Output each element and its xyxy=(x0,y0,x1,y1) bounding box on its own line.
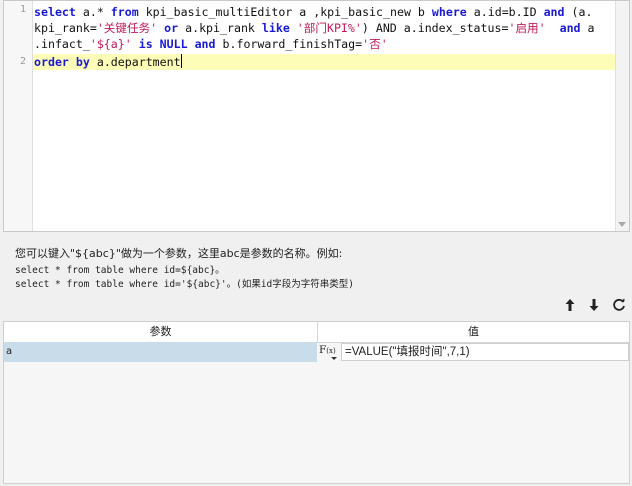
sql-keyword: and xyxy=(543,5,565,19)
column-header-param[interactable]: 参数 xyxy=(4,322,318,342)
param-example-1: select * from table where id=${abc}。 xyxy=(15,265,225,276)
sql-string: '启用' xyxy=(508,21,546,35)
sql-keyword: like xyxy=(261,21,290,35)
refresh-icon xyxy=(613,298,625,311)
sql-text: b.forward_finishTag= xyxy=(215,37,363,51)
sql-keyword: by xyxy=(75,55,90,69)
vertical-scrollbar[interactable] xyxy=(615,1,629,231)
parameter-table: 参数 值 a F(x) =VALUE("填报时间",7,1) xyxy=(3,321,630,484)
sql-text: kpi_rank= xyxy=(34,21,97,35)
sql-text: a.department xyxy=(89,55,181,69)
sql-string: '部门KPI%' xyxy=(296,21,362,35)
sql-keyword: or xyxy=(164,21,179,35)
sql-keyword: order xyxy=(34,55,69,69)
sql-keyword: and xyxy=(559,21,581,35)
refresh-button[interactable] xyxy=(610,296,628,314)
param-name-cell[interactable]: a xyxy=(4,342,317,362)
sql-text: (a. xyxy=(564,5,593,19)
sql-keyword: NULL xyxy=(159,37,188,51)
sql-text: .infact_ xyxy=(34,37,90,51)
sql-string: '${a}' xyxy=(89,37,132,51)
sql-keyword: is xyxy=(138,37,153,51)
dropdown-arrow-icon xyxy=(331,357,337,360)
scroll-down-arrow-icon[interactable] xyxy=(618,222,626,227)
arrow-up-icon xyxy=(565,299,575,311)
sql-editor[interactable]: 1 2 select a.* from kpi_basic_multiEdito… xyxy=(3,0,630,232)
sql-text: ) AND a.index_status= xyxy=(361,21,509,35)
sql-keyword: select xyxy=(34,5,76,19)
table-header: 参数 值 xyxy=(4,322,629,343)
param-value-field[interactable]: =VALUE("填报时间",7,1) xyxy=(341,343,629,361)
code-line[interactable]: select a.* from kpi_basic_multiEditor a … xyxy=(34,4,615,20)
move-down-button[interactable] xyxy=(585,296,603,314)
table-row[interactable]: a F(x) =VALUE("填报时间",7,1) xyxy=(4,342,629,362)
param-hint-text: 您可以键入"${abc}"做为一个参数，这里abc是参数的名称。例如: xyxy=(15,247,343,260)
sql-text: a.id=b.ID xyxy=(466,5,544,19)
sql-text: a.kpi_rank xyxy=(178,21,262,35)
formula-button[interactable]: F(x) xyxy=(318,342,341,362)
sql-string: '关键任务' xyxy=(96,21,158,35)
code-line[interactable]: .infact_'${a}' is NULL and b.forward_fin… xyxy=(34,36,615,52)
arrow-down-icon xyxy=(589,299,599,311)
line-number: 1 xyxy=(19,4,26,15)
sql-keyword: where xyxy=(431,5,467,19)
code-line[interactable]: order by a.department xyxy=(34,54,615,70)
move-up-button[interactable] xyxy=(561,296,579,314)
text-cursor xyxy=(180,54,182,68)
sql-keyword: from xyxy=(110,5,139,19)
column-header-value[interactable]: 值 xyxy=(318,322,629,342)
sql-keyword: and xyxy=(194,37,216,51)
sql-text: a xyxy=(580,21,595,35)
sql-text: kpi_basic_multiEditor a ,kpi_basic_new b xyxy=(138,5,432,19)
code-line[interactable]: kpi_rank='关键任务' or a.kpi_rank like '部门KP… xyxy=(34,20,615,36)
line-number-gutter: 1 2 xyxy=(4,1,33,231)
param-example-2: select * from table where id='${abc}'。(如… xyxy=(15,279,354,290)
sql-string: '否' xyxy=(362,37,388,51)
line-number: 2 xyxy=(19,56,26,67)
fx-icon: F(x) xyxy=(319,344,336,356)
sql-text: a.* xyxy=(75,5,111,19)
